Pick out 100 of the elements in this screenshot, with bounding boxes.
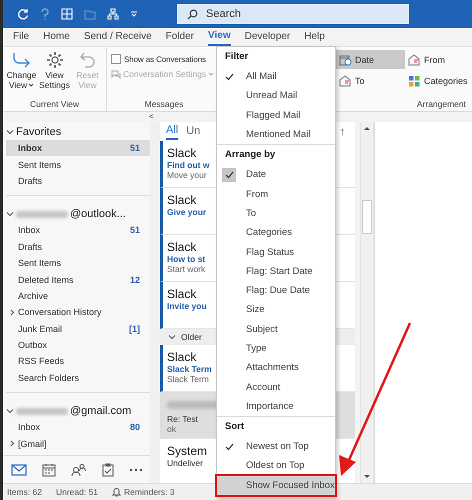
- chevron-icon[interactable]: [6, 128, 14, 136]
- chevron-icon[interactable]: [168, 333, 176, 341]
- help-icon[interactable]: [40, 8, 50, 20]
- chevron-icon[interactable]: [6, 407, 14, 416]
- menu-item[interactable]: All Mail: [217, 67, 335, 86]
- message-preview: Slack Term: [167, 374, 209, 384]
- grid-icon[interactable]: [61, 8, 73, 20]
- show-conversations-checkbox[interactable]: Show as Conversations: [111, 54, 219, 64]
- arrangement-option[interactable]: To: [336, 71, 405, 90]
- message-sender: Slack: [167, 146, 196, 160]
- folder-item[interactable]: Deleted Items 12: [6, 271, 150, 288]
- message-preview: ok: [167, 424, 176, 434]
- search-field[interactable]: Search: [177, 4, 409, 24]
- folder-item[interactable]: Outbox: [6, 336, 150, 354]
- menu-item[interactable]: Flag Status: [217, 242, 335, 262]
- message-preview: Start work: [167, 264, 206, 274]
- checkmark-icon: [224, 170, 234, 179]
- collapse-button[interactable]: <: [149, 112, 154, 122]
- menu-item[interactable]: Flag: Due Date: [217, 280, 335, 300]
- message-sender: System: [167, 444, 208, 458]
- menu-item[interactable]: Type: [217, 338, 335, 358]
- folder-item[interactable]: Drafts: [6, 172, 150, 190]
- menu-tab[interactable]: Send / Receive: [84, 29, 152, 45]
- checkmark-icon: [224, 442, 234, 451]
- message-subject: Invite you: [167, 301, 207, 311]
- folder-item[interactable]: Conversation History: [6, 304, 150, 321]
- folder-item[interactable]: Search Folders: [6, 370, 150, 386]
- folder-item[interactable]: Drafts: [6, 238, 150, 255]
- arrangement-option[interactable]: Categories: [405, 71, 471, 90]
- menu-item[interactable]: Categories: [217, 223, 335, 242]
- menu-tab[interactable]: Folder: [166, 29, 194, 45]
- group-label: Messages: [144, 99, 184, 109]
- menu-item[interactable]: Oldest on Top: [217, 456, 335, 476]
- menu-item[interactable]: Date: [217, 165, 335, 184]
- menu-item[interactable]: Flagged Mail: [217, 106, 335, 125]
- filter-tab[interactable]: All: [166, 123, 178, 140]
- caret-icon: [208, 72, 214, 76]
- message-subject: Give your: [167, 207, 206, 217]
- message-subject: Slack Term: [167, 364, 212, 374]
- chevron-icon[interactable]: [9, 308, 16, 316]
- tasks-icon[interactable]: [100, 460, 116, 478]
- checkbox[interactable]: [111, 54, 121, 64]
- menu-item[interactable]: Unread Mail: [217, 86, 335, 106]
- ribbon-button[interactable]: Change View: [5, 50, 38, 90]
- org-chart-icon[interactable]: [107, 8, 119, 20]
- status-text: Unread: 51: [56, 487, 98, 497]
- folder-item[interactable]: Junk Email [1]: [6, 320, 150, 337]
- menu-tab[interactable]: Help: [304, 29, 325, 45]
- menu-item[interactable]: From: [217, 184, 335, 204]
- menu-item[interactable]: Importance: [217, 396, 335, 416]
- menu-item[interactable]: Newest on Top: [217, 437, 335, 456]
- arrangement-option[interactable]: From: [405, 50, 471, 69]
- folder-item[interactable]: Sent Items: [6, 254, 150, 272]
- mail-icon[interactable]: [8, 462, 28, 478]
- contact-card-icon: [339, 74, 352, 86]
- chevron-icon[interactable]: [9, 440, 16, 448]
- folder-item[interactable]: Sent Items: [6, 156, 150, 173]
- ribbon-button[interactable]: View Settings: [38, 50, 71, 90]
- menu-item[interactable]: Mentioned Mail: [217, 124, 335, 144]
- message-subject: How to st: [167, 254, 206, 264]
- folder-item[interactable]: RSS Feeds: [6, 353, 150, 370]
- menu-tab[interactable]: Home: [43, 29, 70, 45]
- menu-tab[interactable]: File: [13, 29, 30, 45]
- folder-item[interactable]: Inbox 51: [6, 140, 150, 156]
- sort-arrow[interactable]: ↑: [340, 126, 345, 138]
- menu-header: Sort: [224, 420, 245, 434]
- scrollbar[interactable]: [360, 122, 374, 483]
- scroll-up-icon[interactable]: [364, 126, 370, 130]
- menu-item[interactable]: Attachments: [217, 358, 335, 378]
- blurred-redaction: [16, 408, 68, 415]
- message-sender: Slack: [167, 193, 196, 207]
- message-subject: Find out w: [167, 160, 210, 170]
- folder-item[interactable]: Inbox 51: [6, 222, 150, 239]
- menu-item[interactable]: Show Focused Inbox: [217, 476, 335, 495]
- folder-item[interactable]: [Gmail]: [6, 435, 150, 452]
- search-icon: [187, 9, 198, 20]
- calendar-icon: [339, 54, 352, 66]
- menu-item[interactable]: Account: [217, 377, 335, 397]
- checkmark-icon: [224, 72, 234, 81]
- scroll-thumb[interactable]: [362, 200, 372, 234]
- dropdown-icon[interactable]: [130, 10, 138, 18]
- status-text: Reminders: 3: [124, 487, 175, 497]
- filter-tab[interactable]: Un: [186, 124, 200, 139]
- chevron-icon[interactable]: [6, 210, 14, 218]
- menu-tab[interactable]: Developer: [244, 29, 290, 45]
- menu-item[interactable]: Size: [217, 300, 335, 320]
- message-sender: Slack: [167, 287, 196, 301]
- folder-section-header[interactable]: Favorites: [6, 124, 150, 140]
- scroll-down-icon[interactable]: [364, 475, 370, 479]
- menu-item[interactable]: To: [217, 204, 335, 224]
- refresh-icon[interactable]: [17, 8, 29, 20]
- blurred-redaction: [16, 210, 68, 218]
- folder-item[interactable]: Inbox 80: [6, 419, 150, 436]
- folder-section-header[interactable]: @outlook...: [6, 206, 150, 222]
- bell-icon: [112, 487, 122, 497]
- menu-item[interactable]: Subject: [217, 320, 335, 339]
- folder-item[interactable]: Archive: [6, 288, 150, 304]
- folder-section-header[interactable]: @gmail.com: [6, 403, 150, 420]
- arrangement-option[interactable]: Date: [336, 50, 405, 69]
- menu-item[interactable]: Flag: Start Date: [217, 262, 335, 281]
